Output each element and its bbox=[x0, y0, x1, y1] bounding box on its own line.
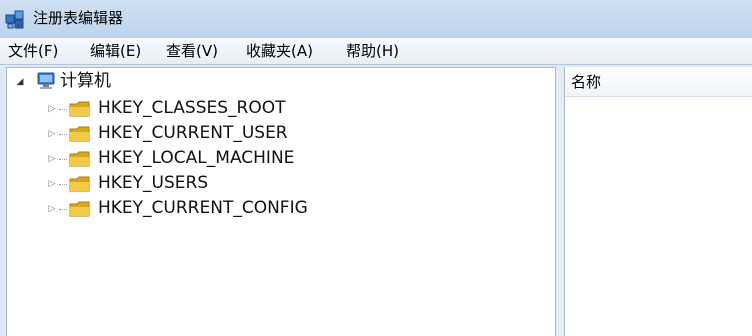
menu-favorites[interactable]: 收藏夹(A) bbox=[246, 40, 313, 62]
tree-node-hkey-current-config[interactable]: ▷ HKEY_CURRENT_CONFIG bbox=[7, 196, 347, 220]
tree-node-label: HKEY_CURRENT_CONFIG bbox=[98, 198, 308, 218]
folder-icon bbox=[69, 176, 90, 192]
column-header-name[interactable]: 名称 bbox=[565, 67, 752, 97]
tree-node-label: HKEY_CLASSES_ROOT bbox=[98, 98, 286, 118]
registry-values-pane[interactable]: 名称 bbox=[564, 67, 752, 336]
expand-arrow-icon[interactable]: ▷ bbox=[47, 104, 57, 114]
menu-file[interactable]: 文件(F) bbox=[8, 40, 58, 62]
expand-arrow-icon[interactable]: ▷ bbox=[47, 204, 57, 214]
registry-tree-pane[interactable]: ◢ 计算机 ▷ HKEY_CLASSES_ROOT ▷ HKEY_CURRENT… bbox=[6, 67, 556, 336]
tree-node-label: 计算机 bbox=[60, 71, 111, 91]
folder-icon bbox=[69, 101, 90, 117]
tree-node-computer[interactable]: ◢ 计算机 bbox=[7, 70, 207, 94]
expand-arrow-icon[interactable]: ▷ bbox=[47, 129, 57, 139]
column-header-label: 名称 bbox=[571, 73, 602, 91]
tree-node-hkey-classes-root[interactable]: ▷ HKEY_CLASSES_ROOT bbox=[7, 96, 327, 120]
window-title: 注册表编辑器 bbox=[33, 9, 124, 27]
tree-node-hkey-local-machine[interactable]: ▷ HKEY_LOCAL_MACHINE bbox=[7, 146, 327, 170]
menu-view[interactable]: 查看(V) bbox=[166, 40, 218, 62]
menu-edit[interactable]: 编辑(E) bbox=[90, 40, 141, 62]
folder-icon bbox=[69, 126, 90, 142]
expand-arrow-icon[interactable]: ▷ bbox=[47, 179, 57, 189]
tree-node-hkey-current-user[interactable]: ▷ HKEY_CURRENT_USER bbox=[7, 121, 327, 145]
title-bar[interactable]: 注册表编辑器 bbox=[0, 0, 752, 38]
folder-icon bbox=[69, 151, 90, 167]
collapse-arrow-icon[interactable]: ◢ bbox=[15, 77, 25, 87]
folder-icon bbox=[69, 201, 90, 217]
tree-node-label: HKEY_LOCAL_MACHINE bbox=[98, 148, 295, 168]
pane-splitter[interactable] bbox=[556, 67, 564, 336]
tree-node-hkey-users[interactable]: ▷ HKEY_USERS bbox=[7, 171, 327, 195]
tree-node-label: HKEY_USERS bbox=[98, 173, 209, 193]
menu-bar: 文件(F) 编辑(E) 查看(V) 收藏夹(A) 帮助(H) bbox=[0, 38, 752, 65]
computer-icon bbox=[37, 72, 55, 89]
tree-node-label: HKEY_CURRENT_USER bbox=[98, 123, 288, 143]
regedit-app-icon bbox=[5, 10, 24, 29]
expand-arrow-icon[interactable]: ▷ bbox=[47, 154, 57, 164]
menu-help[interactable]: 帮助(H) bbox=[346, 40, 399, 62]
